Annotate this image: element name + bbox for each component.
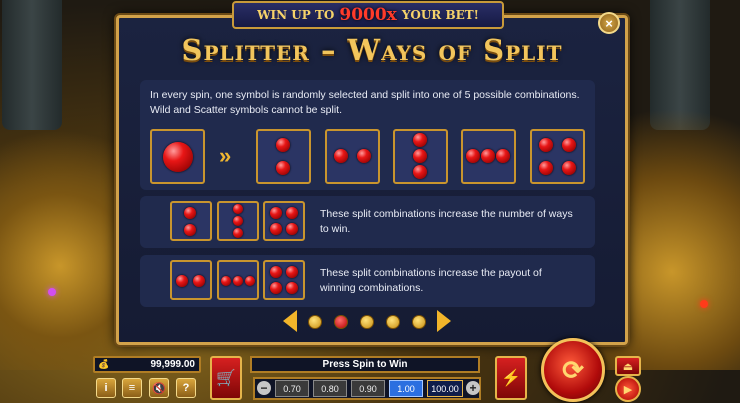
split-combo-2-vertical xyxy=(256,129,311,184)
next-page-button[interactable] xyxy=(437,310,451,332)
turbo-button[interactable]: ⚡ xyxy=(495,356,527,400)
ruby-icon xyxy=(357,149,371,163)
sound-off-icon: 🔇 xyxy=(152,382,166,395)
ruby-icon xyxy=(184,224,196,236)
info-button[interactable]: i xyxy=(96,378,116,398)
total-bet-display: 100.00 xyxy=(427,380,463,397)
ruby-icon xyxy=(286,223,298,235)
minus-icon: − xyxy=(260,381,268,395)
page-dot-3[interactable] xyxy=(360,315,374,329)
ruby-icon xyxy=(270,223,282,235)
split-combo-4-grid xyxy=(530,129,585,184)
ruby-icon xyxy=(286,207,298,219)
ruby-icon xyxy=(233,228,243,238)
ruby-icon xyxy=(193,275,205,287)
play-icon: ▶ xyxy=(623,383,633,396)
balance-display: 💰 99,999.00 xyxy=(93,356,201,373)
ruby-icon xyxy=(276,161,290,175)
ruby-icon xyxy=(233,276,243,286)
ruby-icon xyxy=(286,282,298,294)
sound-button[interactable]: 🔇 xyxy=(149,378,169,398)
balance-value: 99,999.00 xyxy=(150,359,196,370)
payout-combo-4-grid xyxy=(263,260,305,300)
banner-suffix: YOUR BET! xyxy=(401,8,479,22)
close-button[interactable]: × xyxy=(598,12,620,34)
ruby-icon xyxy=(539,138,553,152)
bet-option[interactable]: 0.80 xyxy=(313,380,347,397)
banner-prefix: WIN UP TO xyxy=(257,8,335,22)
menu-button[interactable]: ≡ xyxy=(122,378,142,398)
page-dot-5[interactable] xyxy=(412,315,426,329)
ruby-icon xyxy=(286,266,298,278)
page-dot-2[interactable] xyxy=(334,315,348,329)
ruby-icon xyxy=(496,149,510,163)
status-message: Press Spin to Win xyxy=(250,356,480,373)
ruby-icon xyxy=(334,149,348,163)
ways-description: These split combinations increase the nu… xyxy=(320,208,573,235)
menu-icon: ≡ xyxy=(128,382,136,394)
bet-option-selected[interactable]: 1.00 xyxy=(389,380,423,397)
buy-feature-button[interactable]: 🛒 xyxy=(210,356,242,400)
ways-combo-4-grid xyxy=(263,201,305,241)
banner-amount: 9000x xyxy=(339,5,397,25)
ruby-icon xyxy=(176,275,188,287)
red-gem-icon xyxy=(700,300,708,308)
split-combo-2-horizontal xyxy=(325,129,380,184)
ruby-icon xyxy=(562,161,576,175)
double-chevron-right-icon: » xyxy=(219,143,232,168)
max-win-banner: WIN UP TO 9000x YOUR BET! xyxy=(232,1,504,29)
info-icon: i xyxy=(104,382,108,394)
ruby-icon xyxy=(233,204,243,214)
autoplay-button[interactable]: ⏏ xyxy=(615,356,641,376)
bet-option[interactable]: 0.70 xyxy=(275,380,309,397)
ruby-icon xyxy=(413,149,427,163)
help-icon: ? xyxy=(182,382,190,394)
bet-increase-button[interactable]: + xyxy=(466,381,480,395)
ruby-icon xyxy=(184,207,196,219)
plus-icon: + xyxy=(469,381,477,395)
ruby-icon xyxy=(163,142,193,172)
spin-button[interactable]: ⟳ xyxy=(541,338,605,402)
ruby-icon xyxy=(562,138,576,152)
page-dot-1[interactable] xyxy=(308,315,322,329)
page-dot-4[interactable] xyxy=(386,315,400,329)
bet-option[interactable]: 0.90 xyxy=(351,380,385,397)
lightning-icon: ⚡ xyxy=(501,370,521,387)
ruby-icon xyxy=(245,276,255,286)
money-bag-icon: 💰 xyxy=(98,359,110,369)
help-button[interactable]: ? xyxy=(176,378,196,398)
ruby-icon xyxy=(539,161,553,175)
payout-combo-2-horizontal xyxy=(170,260,212,300)
ruby-icon xyxy=(270,282,282,294)
ruby-icon xyxy=(481,149,495,163)
ways-combo-3-vertical xyxy=(217,201,259,241)
purple-gem-icon xyxy=(48,288,56,296)
split-description: In every spin, one symbol is randomly se… xyxy=(150,89,580,116)
dialog-title: Splitter – Ways of Split xyxy=(181,33,563,67)
original-ruby-tile xyxy=(150,129,205,184)
ruby-icon xyxy=(466,149,480,163)
bet-decrease-button[interactable]: − xyxy=(257,381,271,395)
ruby-icon xyxy=(413,165,427,179)
quick-play-button[interactable]: ▶ xyxy=(615,376,641,402)
cart-icon: 🛒 xyxy=(216,370,236,387)
previous-page-button[interactable] xyxy=(283,310,297,332)
ruby-icon xyxy=(413,133,427,147)
autoplay-icon: ⏏ xyxy=(622,360,634,373)
spin-arrows-icon: ⟳ xyxy=(562,354,584,385)
ruby-icon xyxy=(270,266,282,278)
ruby-icon xyxy=(233,216,243,226)
ways-combo-2-vertical xyxy=(170,201,212,241)
ruby-icon xyxy=(221,276,231,286)
split-combo-3-vertical xyxy=(393,129,448,184)
split-combo-3-horizontal xyxy=(461,129,516,184)
close-icon: × xyxy=(605,15,613,31)
ruby-icon xyxy=(276,138,290,152)
ruby-icon xyxy=(270,207,282,219)
payout-description: These split combinations increase the pa… xyxy=(320,267,542,294)
payout-combo-3-horizontal xyxy=(217,260,259,300)
